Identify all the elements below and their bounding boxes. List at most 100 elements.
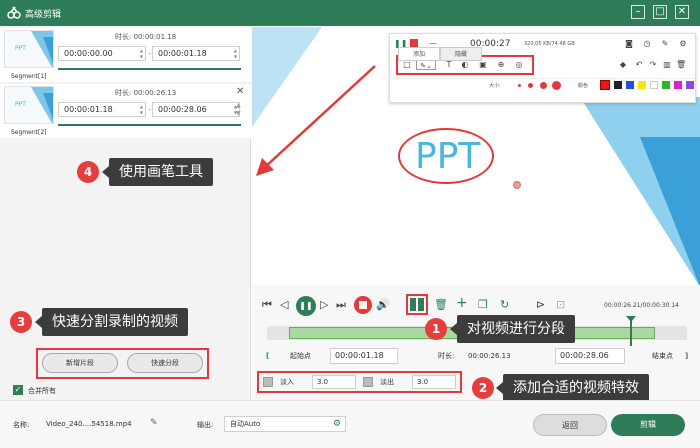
cut-start-input[interactable]: 00:00:01.18 — [330, 348, 398, 364]
fade-out-label: 淡出 — [380, 378, 394, 386]
delete-clip-icon[interactable]: 🗑 — [434, 298, 448, 312]
merge-all-checkbox[interactable]: ✓ — [13, 385, 23, 395]
undo-icon[interactable]: ↶ — [634, 60, 644, 70]
color-blue-swatch[interactable] — [626, 81, 634, 89]
segment-card-1[interactable]: PPT 时长: 00:00:01.18 00:00:00.00 ▲ ▼ – 00:0… — [0, 28, 251, 82]
gear-icon[interactable]: ⚙ — [678, 39, 688, 49]
segment-progress — [58, 124, 241, 126]
cut-end-input[interactable]: 00:00:28.06 — [555, 348, 625, 364]
text-tool-icon[interactable]: T — [444, 60, 454, 70]
name-label: 名称: — [13, 421, 30, 429]
segment-card-2[interactable]: PPT 时长: 00:00:26.13 00:00:01.18 ▲ ▼ – 00:0… — [0, 84, 251, 138]
step-forward-icon[interactable]: ▷ — [320, 298, 328, 312]
toolbar-tab-hide[interactable]: 隐藏 — [440, 47, 482, 61]
image-tool-icon[interactable]: ▣ — [478, 60, 488, 70]
player-time: 00:00:26.21/00:00:30.14 — [604, 302, 679, 309]
split-tool-icon[interactable] — [410, 298, 424, 311]
file-name-value: Video_240....54518.mp4 — [46, 420, 132, 428]
back-button[interactable]: 返回 — [533, 414, 607, 436]
app-logo-icon — [7, 6, 21, 19]
segment-start-input[interactable]: 00:00:01.18 ▲ ▼ — [58, 102, 146, 117]
color-red-swatch[interactable] — [600, 80, 610, 90]
reorder-arrows-icon[interactable]: ▲ ▼ — [236, 102, 241, 118]
cut-start-bracket: [ — [266, 352, 270, 360]
cut-start-label[interactable]: 起始点 — [290, 348, 311, 364]
reset-icon[interactable]: ↻ — [500, 298, 509, 312]
skip-start-icon[interactable]: ⏮ — [262, 298, 272, 312]
rename-pen-icon[interactable]: ✎ — [150, 418, 158, 428]
fade-out-input[interactable]: 3.0 — [412, 375, 456, 389]
close-button[interactable]: ✕ — [675, 5, 689, 19]
output-settings-gear-icon[interactable]: ⚙ — [333, 417, 341, 431]
color-magenta-swatch[interactable] — [674, 81, 682, 89]
stop-icon[interactable] — [410, 39, 418, 47]
output-label: 输出: — [197, 421, 214, 429]
size-xlarge-option[interactable] — [552, 81, 561, 90]
segment-end-input[interactable]: 00:00:01.18 ▲ ▼ — [152, 46, 240, 61]
recording-size: 320.05 KB/74.48 GB — [524, 41, 575, 47]
minimize-button[interactable]: – — [631, 5, 645, 19]
edit-button[interactable]: 剪辑 — [611, 414, 685, 436]
rectangle-tool-icon[interactable]: □ — [402, 60, 412, 70]
color-purple-swatch[interactable] — [686, 81, 694, 89]
step-back-icon[interactable]: ◁ — [280, 298, 288, 312]
cursor-dot — [513, 181, 521, 189]
recording-toolbar: ❚❚ — 00:00:27 320.05 KB/74.48 GB ◙ ◷ ✎ ⚙… — [389, 33, 696, 103]
clock-icon[interactable]: ◷ — [642, 39, 652, 49]
eraser-icon[interactable]: ◆ — [618, 60, 628, 70]
camera-icon[interactable]: ◙ — [624, 39, 634, 49]
delete-segment-icon[interactable]: ✕ — [236, 86, 244, 97]
redo-icon[interactable]: ↷ — [648, 60, 658, 70]
skip-end-icon[interactable]: ⏭ — [336, 298, 346, 312]
segment-thumbnail: PPT — [4, 86, 54, 124]
add-clip-icon[interactable]: + — [456, 296, 468, 310]
output-path-field[interactable]: 自动Auto ⚙ — [224, 416, 346, 432]
mark-out-icon[interactable]: ⊡ — [556, 298, 565, 312]
cut-end-bracket: ] — [685, 352, 689, 360]
size-medium-option[interactable] — [528, 83, 533, 88]
title-bar: 高级剪辑 – □ ✕ — [0, 0, 700, 26]
segment-progress — [58, 68, 241, 70]
zoom-tool-icon[interactable]: ⊕ — [496, 60, 506, 70]
segment-end-input[interactable]: 00:00:28.06 ▲ ▼ — [152, 102, 240, 117]
callout-quick-split: 快速分割录制的视频 — [35, 308, 188, 336]
segment-duration: 时长: 00:00:26.13 — [115, 89, 177, 97]
color-yellow-swatch[interactable] — [638, 81, 646, 89]
step-number-4: 4 — [77, 161, 99, 183]
play-pause-button[interactable]: ❚❚ — [296, 296, 316, 316]
delete-icon[interactable]: 🗑 — [676, 60, 686, 70]
callout-video-effects: 添加合适的视频特效 — [496, 374, 649, 402]
fade-in-checkbox[interactable] — [263, 377, 273, 387]
merge-all-label: 合并所有 — [28, 387, 56, 395]
quick-split-button[interactable]: 快速分段 — [127, 353, 203, 373]
toolbar-tab-add[interactable]: 添加 — [398, 47, 440, 61]
size-large-option[interactable] — [540, 82, 547, 89]
cut-duration-value: 00:00:26.13 — [468, 352, 511, 360]
pen-active-icon[interactable]: ✎ — [660, 39, 670, 49]
copy-clip-icon[interactable]: ❐ — [478, 298, 488, 312]
new-segment-button[interactable]: 新增片段 — [42, 353, 118, 373]
record-stop-button[interactable] — [354, 296, 372, 314]
color-green-swatch[interactable] — [662, 81, 670, 89]
segment-start-input[interactable]: 00:00:00.00 ▲ ▼ — [58, 46, 146, 61]
preview-ppt-text: PPT — [415, 136, 481, 177]
segment-label: Segment[2] — [11, 129, 47, 136]
color-white-swatch[interactable] — [650, 81, 658, 89]
color-label: 颜色 — [578, 83, 589, 89]
cut-duration-label: 时长: — [438, 352, 455, 360]
fade-in-label: 淡入 — [280, 378, 294, 386]
color-black-swatch[interactable] — [614, 81, 622, 89]
mark-in-icon[interactable]: ⊳ — [536, 298, 545, 312]
size-small-option[interactable] — [518, 84, 521, 87]
cut-end-label[interactable]: 结束点 — [652, 348, 673, 364]
maximize-button[interactable]: □ — [653, 5, 667, 19]
playhead-handle[interactable] — [626, 316, 636, 346]
segment-panel — [0, 26, 251, 400]
step-number-1: 1 — [425, 318, 447, 340]
fade-out-checkbox[interactable] — [363, 377, 373, 387]
callout-pen-tool: 使用画笔工具 — [102, 158, 213, 186]
volume-icon[interactable]: 🔊 — [376, 298, 390, 312]
clear-icon[interactable]: ▥ — [662, 60, 672, 70]
spotlight-tool-icon[interactable]: ◎ — [514, 60, 524, 70]
fade-in-input[interactable]: 3.0 — [312, 375, 356, 389]
